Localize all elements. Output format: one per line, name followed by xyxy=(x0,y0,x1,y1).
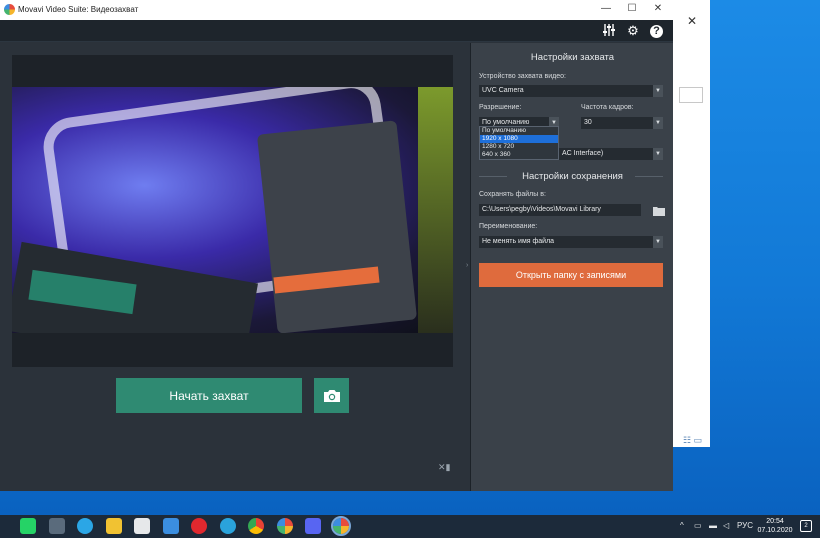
notification-center-button[interactable]: 2 xyxy=(800,520,812,532)
view-toggle-icon[interactable]: ☷ ▭ xyxy=(683,435,702,446)
volume-mute-icon[interactable]: ✕▮ xyxy=(438,462,454,474)
close-icon[interactable]: ✕ xyxy=(687,14,697,28)
resolution-option[interactable]: По умолчанию xyxy=(480,127,558,135)
resolution-label: Разрешение: xyxy=(479,104,522,111)
minimize-button[interactable]: — xyxy=(596,3,616,14)
resolution-option[interactable]: 640 x 360 xyxy=(480,151,558,159)
framerate-label: Частота кадров: xyxy=(581,104,634,111)
save-to-label: Сохранять файлы в: xyxy=(479,191,546,198)
opera-icon[interactable] xyxy=(191,518,207,534)
save-path-field[interactable]: C:\Users\pegby\Videos\Movavi Library xyxy=(479,204,641,216)
gear-icon[interactable]: ⚙ xyxy=(625,23,641,39)
chevron-down-icon: ▼ xyxy=(653,236,663,248)
rename-value: Не менять имя файла xyxy=(482,238,555,245)
app-window: Movavi Video Suite: Видеозахват — ☐ ✕ ⚙ … xyxy=(0,0,673,491)
camera-app-icon[interactable] xyxy=(49,518,65,534)
file-explorer-icon[interactable] xyxy=(106,518,122,534)
title-bar[interactable]: Movavi Video Suite: Видеозахват — ☐ ✕ xyxy=(0,0,673,20)
language-indicator[interactable]: РУС xyxy=(737,521,753,530)
chevron-down-icon: ▼ xyxy=(653,117,663,129)
battery-icon[interactable]: ▬ xyxy=(709,521,717,530)
settings-panel: Настройки захвата Устройство захвата вид… xyxy=(470,43,673,491)
chrome-icon[interactable] xyxy=(248,518,264,534)
rename-select[interactable]: Не менять имя файла ▼ xyxy=(479,236,663,248)
resolution-dropdown-list[interactable]: По умолчанию 1920 x 1080 1280 x 720 640 x 3… xyxy=(479,126,559,160)
save-path-value: C:\Users\pegby\Videos\Movavi Library xyxy=(482,206,601,213)
chevron-down-icon: ▼ xyxy=(653,85,663,97)
close-button[interactable]: ✕ xyxy=(648,3,668,14)
discord-icon[interactable] xyxy=(305,518,321,534)
edge-icon[interactable] xyxy=(77,518,93,534)
resolution-option[interactable]: 1920 x 1080 xyxy=(480,135,558,143)
device-value: UVC Camera xyxy=(482,87,524,94)
store-icon[interactable] xyxy=(134,518,150,534)
interface-select[interactable]: AC Interface) ▼ xyxy=(559,148,663,160)
open-folder-button[interactable]: Открыть папку с записями xyxy=(479,263,663,287)
background-window-field[interactable] xyxy=(679,87,703,103)
clock[interactable]: 20:54 07.10.2020 xyxy=(752,517,798,535)
movavi-icon[interactable] xyxy=(331,516,351,536)
window-title: Movavi Video Suite: Видеозахват xyxy=(18,5,139,14)
paint-icon[interactable] xyxy=(277,518,293,534)
video-preview-frame xyxy=(12,55,453,367)
clock-date: 07.10.2020 xyxy=(757,527,793,534)
whatsapp-icon[interactable] xyxy=(20,518,36,534)
folder-icon[interactable] xyxy=(653,206,665,216)
chevron-down-icon: ▼ xyxy=(653,148,663,160)
background-window[interactable]: ✕ ☷ ▭ xyxy=(672,0,710,447)
device-select[interactable]: UVC Camera ▼ xyxy=(479,85,663,97)
clock-time: 20:54 xyxy=(766,518,784,525)
framerate-select[interactable]: 30 ▼ xyxy=(581,117,663,129)
interface-value: AC Interface) xyxy=(562,150,604,157)
maximize-button[interactable]: ☐ xyxy=(622,3,642,14)
toolbar: ⚙ ? xyxy=(0,20,673,42)
device-label: Устройство захвата видео: xyxy=(479,73,566,80)
rename-label: Переименование: xyxy=(479,223,538,230)
telegram-icon[interactable] xyxy=(220,518,236,534)
network-icon[interactable]: ▭ xyxy=(694,521,702,530)
movavi-logo-icon xyxy=(4,4,15,15)
resolution-option[interactable]: 1280 x 720 xyxy=(480,143,558,151)
save-settings-title: Настройки сохранения xyxy=(522,171,623,182)
equalizer-icon[interactable] xyxy=(601,23,617,39)
volume-icon[interactable]: ◁ xyxy=(723,521,729,530)
help-icon[interactable]: ? xyxy=(650,25,663,38)
preview-edge xyxy=(418,87,453,333)
capture-settings-title: Настройки захвата xyxy=(530,52,615,63)
framerate-value: 30 xyxy=(584,119,592,126)
taskbar: ^ ▭ ▬ ◁ РУС 20:54 07.10.2020 2 xyxy=(0,515,820,538)
camera-preview xyxy=(12,87,453,333)
snapshot-button[interactable] xyxy=(314,378,349,413)
mail-icon[interactable] xyxy=(163,518,179,534)
chevron-up-icon[interactable]: ^ xyxy=(680,521,684,530)
camera-icon xyxy=(323,389,340,402)
preview-pane: Начать захват ✕▮ xyxy=(0,43,468,491)
start-capture-button[interactable]: Начать захват xyxy=(116,378,302,413)
preview-panel-reflection xyxy=(256,120,418,333)
resolution-value: По умолчанию xyxy=(482,119,530,126)
